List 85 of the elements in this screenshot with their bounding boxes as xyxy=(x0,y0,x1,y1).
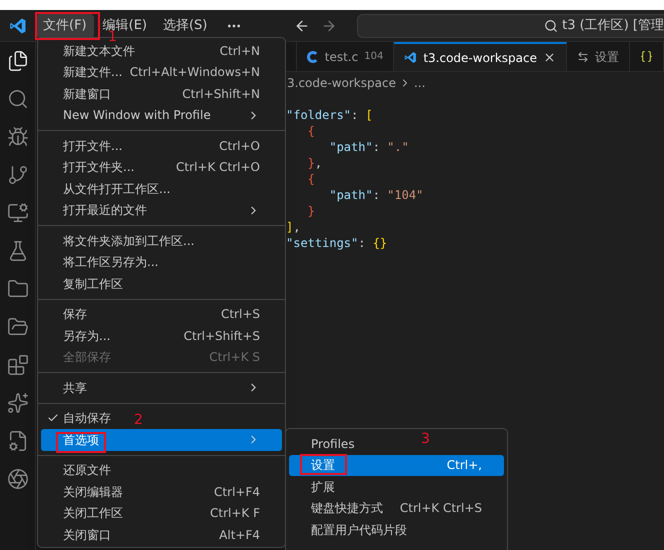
annotation-number: 1 xyxy=(108,30,117,44)
editor-tab[interactable]: 设置 xyxy=(567,42,630,71)
menu-item[interactable]: 新建窗口 xyxy=(63,86,111,101)
menu-item-label: 设置 xyxy=(311,458,335,472)
blocks-icon[interactable] xyxy=(6,354,28,376)
monitor-icon[interactable] xyxy=(6,202,28,224)
menu-item[interactable]: 键盘快捷方式 xyxy=(311,501,383,516)
files-icon[interactable] xyxy=(6,50,28,72)
breadcrumb-item[interactable]: 3.code-workspace xyxy=(287,74,396,92)
menu-shortcut: Ctrl+Shift+N xyxy=(182,86,260,103)
menu-shortcut: Ctrl+Shift+S xyxy=(184,328,260,345)
menu-shortcut: Ctrl+K S xyxy=(209,349,260,366)
menu-item-label: 首选项 xyxy=(63,432,99,447)
file-gear-icon[interactable] xyxy=(6,430,28,452)
search-icon xyxy=(544,18,558,32)
tab-label: test.c xyxy=(324,48,358,66)
settings-icon xyxy=(577,50,589,62)
menu-item[interactable]: 复制工作区 xyxy=(63,276,123,291)
menu-item[interactable]: 关闭编辑器 xyxy=(63,484,123,499)
menu-item[interactable]: 新建文本文件 xyxy=(63,44,135,58)
menu-item[interactable]: 保存 xyxy=(63,307,87,322)
aperture-icon[interactable] xyxy=(6,468,28,490)
menu-item[interactable]: 从文件打开工作区... xyxy=(63,182,170,196)
vscode-logo-icon xyxy=(404,51,418,64)
close-icon[interactable] xyxy=(543,51,556,64)
menu-item[interactable]: 新建文件... xyxy=(63,65,122,80)
menu-shortcut: Ctrl+K Ctrl+O xyxy=(176,159,260,176)
menu-item[interactable]: 设置 Ctrl+, xyxy=(289,454,504,476)
menu-item[interactable]: Profiles xyxy=(311,436,355,451)
breadcrumb-item[interactable]: ... xyxy=(414,74,426,92)
annotation-number: 3 xyxy=(421,432,430,446)
menu-shortcut: Ctrl+S xyxy=(220,306,260,324)
menu-shortcut: Ctrl+F4 xyxy=(214,484,260,501)
menu-shortcut: Ctrl+, xyxy=(446,457,482,474)
sparkle-icon[interactable] xyxy=(6,392,28,414)
code-line: }, xyxy=(306,155,322,171)
braces-icon xyxy=(640,50,653,63)
menu-item[interactable]: 将工作区另存为... xyxy=(63,255,158,270)
vscode-logo-icon xyxy=(9,16,27,34)
menu-shortcut: Ctrl+O xyxy=(219,138,260,155)
menu-item[interactable]: 扩展 xyxy=(311,480,335,494)
code-line: "folders": [ xyxy=(286,107,373,123)
c-file-icon xyxy=(306,50,319,62)
tab-label: t3.code-workspace xyxy=(423,50,537,66)
menu-item[interactable]: 自动保存 xyxy=(63,411,111,426)
menu-item[interactable]: 首选项 xyxy=(41,429,282,450)
branch-icon[interactable] xyxy=(6,164,28,186)
menu-shortcut: Ctrl+K Ctrl+S xyxy=(400,500,482,518)
menu-shortcut: Ctrl+N xyxy=(220,42,260,60)
code-line: "settings": {} xyxy=(286,235,388,251)
code-line: { xyxy=(306,171,315,187)
tab-label: 设置 xyxy=(595,48,619,66)
menu-item[interactable]: 打开文件夹... xyxy=(63,160,134,174)
menu-bar-item[interactable]: 文件(F) xyxy=(36,14,94,38)
code-line: } xyxy=(306,203,315,219)
menu-item[interactable]: New Window with Profile xyxy=(63,108,211,122)
menu-item[interactable]: 另存为... xyxy=(63,328,110,343)
menu-item[interactable]: 将文件夹添加到工作区... xyxy=(63,234,194,248)
command-center[interactable]: t3 (工作区) [管理 xyxy=(357,14,664,38)
menu-shortcut: Ctrl+Alt+Windows+N xyxy=(130,64,260,82)
menu-item[interactable]: 关闭工作区 xyxy=(63,506,123,520)
menu-item[interactable]: 打开文件... xyxy=(63,138,122,153)
menu-shortcut: Ctrl+K F xyxy=(210,505,260,522)
tab-detail: 104 xyxy=(364,50,384,64)
menu-item[interactable]: 还原文件 xyxy=(63,463,111,478)
menu-item[interactable]: 关闭窗口 xyxy=(63,528,111,542)
code-line: { xyxy=(306,123,315,139)
code-line: "path": "104" xyxy=(328,187,424,203)
menu-shortcut: Alt+F4 xyxy=(219,526,260,544)
folders-icon[interactable] xyxy=(6,316,28,338)
highlight-frame xyxy=(300,454,347,475)
menu-bar-item[interactable]: 选择(S) xyxy=(156,14,214,38)
code-line: "path": "." xyxy=(328,139,409,155)
code-line: ], xyxy=(286,219,300,235)
menu-item[interactable]: 打开最近的文件 xyxy=(63,203,147,218)
menu-item[interactable]: 配置用户代码片段 xyxy=(311,522,407,537)
search-icon[interactable] xyxy=(6,88,28,110)
highlight-frame xyxy=(35,12,100,40)
menu-item[interactable]: 共享 xyxy=(63,380,87,395)
annotation-number: 2 xyxy=(134,413,143,427)
folder-icon[interactable] xyxy=(6,278,28,300)
highlight-frame xyxy=(56,432,106,453)
command-center-text: t3 (工作区) [管理 xyxy=(562,16,664,35)
bug-icon[interactable] xyxy=(6,126,28,148)
editor-tab[interactable]: t3.code-workspace xyxy=(394,42,567,71)
